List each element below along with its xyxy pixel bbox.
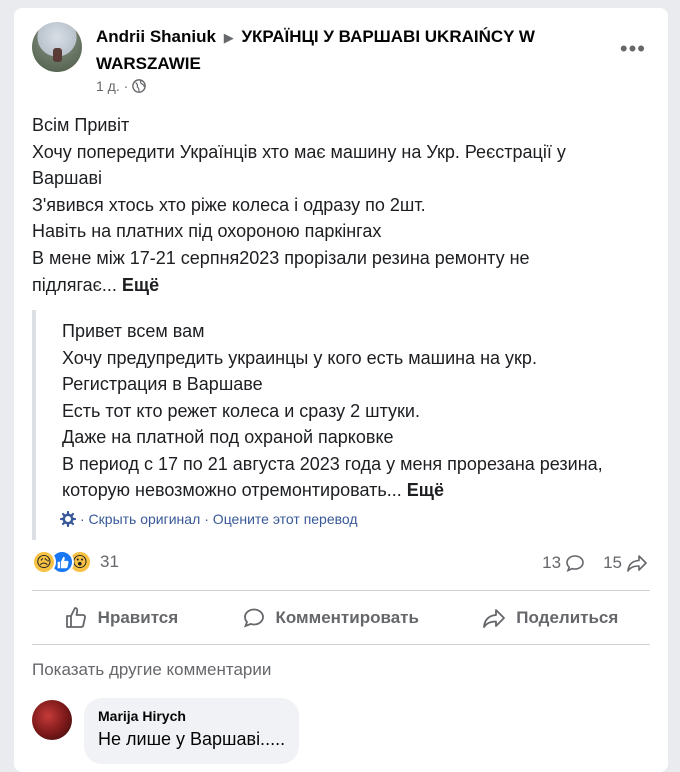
comments-stat[interactable]: 13	[542, 553, 585, 573]
translation-see-more-link[interactable]: Ещё	[407, 480, 444, 500]
more-options-icon[interactable]: •••	[620, 36, 646, 62]
like-label: Нравится	[97, 608, 179, 627]
sad-reaction-icon: 😥	[32, 550, 56, 574]
commenter-avatar[interactable]	[32, 700, 72, 740]
author-avatar[interactable]	[32, 22, 82, 72]
translation-line-text: которую невозможно отремонтировать...	[62, 480, 402, 500]
translation-line: Регистрация в Варшаве	[62, 374, 263, 394]
post-line: Варшаві	[32, 168, 103, 189]
rate-translation-link[interactable]: · Оцените этот перевод	[204, 511, 357, 527]
post-line-text: підлягає...	[32, 274, 117, 295]
post-line: Всім Привіт	[32, 115, 130, 135]
translation-controls: · Скрыть оригинал · Оцените этот перевод	[60, 511, 358, 527]
comment-text: Не лише у Варшаві.....	[98, 729, 286, 749]
translation-line: В период с 17 по 21 августа 2023 года у …	[62, 453, 603, 474]
post-header: Andrii Shaniuk ▶ УКРАЇНЦІ У ВАРШАВІ UKRA…	[96, 24, 596, 77]
post-timestamp[interactable]: 1 д. ·	[96, 78, 128, 94]
hide-original-link[interactable]: · Скрыть оригинал	[80, 511, 200, 527]
shares-stat[interactable]: 15	[603, 553, 648, 573]
caret-right-icon: ▶	[223, 30, 234, 45]
divider	[32, 590, 650, 591]
post-card: Andrii Shaniuk ▶ УКРАЇНЦІ У ВАРШАВІ UKRA…	[14, 8, 668, 772]
share-icon	[483, 609, 506, 628]
thumbs-up-icon	[65, 607, 86, 628]
share-button[interactable]: Поделиться	[482, 606, 618, 630]
comment-icon	[243, 608, 264, 628]
post-line: Навіть на платних під охороною паркінгах	[32, 221, 382, 242]
translation-block: Привет всем вам Хочу предупредить украин…	[32, 310, 652, 540]
share-label: Поделиться	[516, 608, 619, 627]
translation-line: Есть тот кто режет колеса и сразу 2 штук…	[62, 400, 420, 421]
post-line-last: підлягає... Ещё	[32, 272, 632, 299]
comment-button[interactable]: Комментировать	[242, 606, 419, 630]
like-button[interactable]: Нравится	[64, 606, 179, 630]
translation-line: Даже на платной под охраной парковке	[62, 427, 394, 447]
globe-icon	[132, 79, 147, 93]
divider	[32, 644, 650, 645]
comments-count: 13	[542, 553, 562, 572]
post-meta: 1 д. ·	[96, 78, 147, 94]
post-stats: 13 15	[542, 553, 648, 573]
comment-label: Комментировать	[275, 608, 419, 627]
gear-icon	[60, 511, 76, 527]
share-arrow-icon	[627, 555, 647, 572]
author-name[interactable]: Andrii Shaniuk	[96, 27, 216, 46]
post-line: З'явився хтось хто ріже колеса і одразу …	[32, 194, 426, 215]
post-line: Хочу попередити Українців хто має машину…	[32, 141, 566, 162]
comment-bubble: Marija Hirych Не лише у Варшаві.....	[84, 698, 300, 764]
reactions-count: 31	[100, 552, 119, 571]
post-line: В мене між 17-21 серпня2023 прорізали ре…	[32, 247, 530, 268]
reactions-summary[interactable]: 😥 😮 31	[32, 550, 119, 574]
show-more-comments-link[interactable]: Показать другие комментарии	[32, 660, 271, 680]
translation-line: Хочу предупредить украинцы у кого есть м…	[62, 347, 537, 368]
action-bar: Нравится Комментировать Поделиться	[32, 596, 650, 640]
translation-body: Привет всем вам Хочу предупредить украин…	[62, 318, 652, 504]
post-body: Всім Привіт Хочу попередити Українців хт…	[32, 112, 632, 298]
speech-bubble-icon	[566, 555, 584, 573]
see-more-link[interactable]: Ещё	[122, 275, 159, 295]
shares-count: 15	[603, 553, 622, 572]
comment-author[interactable]: Marija Hirych	[98, 706, 285, 726]
translation-line: Привет всем вам	[62, 321, 205, 341]
translation-line-last: которую невозможно отремонтировать... Ещ…	[62, 477, 652, 504]
